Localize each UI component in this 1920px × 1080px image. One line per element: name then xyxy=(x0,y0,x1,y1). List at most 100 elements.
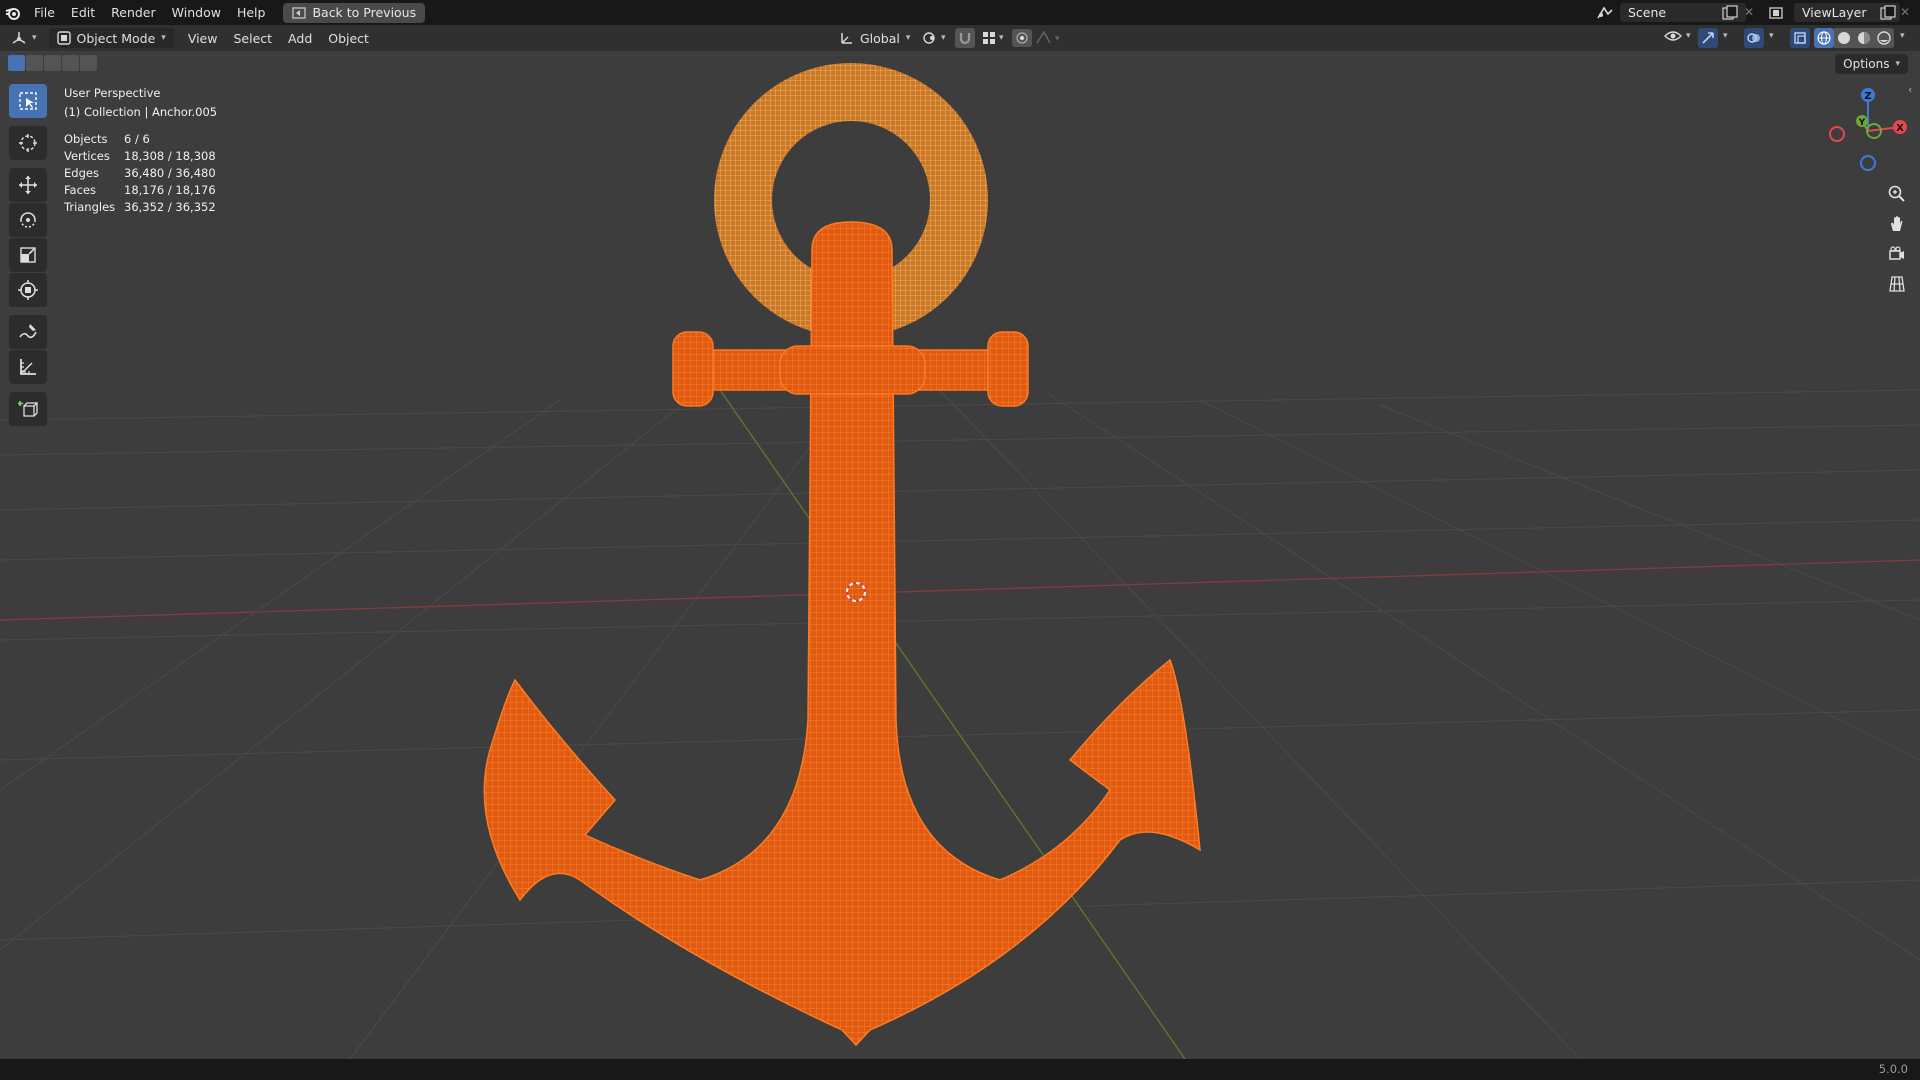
transform-tool[interactable] xyxy=(9,273,47,307)
select-intersect-mode-icon[interactable] xyxy=(80,55,97,71)
xray-toggle[interactable] xyxy=(1790,28,1810,48)
viewport-header: ▾ Object Mode ▾ View Select Add Object G… xyxy=(0,25,1920,51)
chevron-down-icon: ▾ xyxy=(1895,59,1900,69)
visibility-dropdown[interactable]: ▾ xyxy=(1664,29,1691,43)
object-mode-dropdown[interactable]: Object Mode ▾ xyxy=(48,28,174,48)
new-viewlayer-icon[interactable] xyxy=(1880,5,1896,23)
gizmo-x-label: X xyxy=(1896,123,1904,134)
menu-file[interactable]: File xyxy=(26,0,63,25)
delete-scene-icon[interactable]: ✕ xyxy=(1744,5,1754,19)
back-icon xyxy=(292,6,307,19)
sidebar-toggle-chevron-icon[interactable]: ‹ xyxy=(1908,83,1912,96)
shading-material-button[interactable] xyxy=(1854,28,1874,48)
gizmo-y-label: Y xyxy=(1858,118,1866,128)
menu-render[interactable]: Render xyxy=(103,0,164,25)
blender-logo-icon[interactable] xyxy=(0,0,26,25)
xray-icon xyxy=(1794,32,1806,44)
move-icon xyxy=(19,176,37,194)
shading-wireframe-button[interactable] xyxy=(1814,28,1834,48)
shading-solid-button[interactable] xyxy=(1834,28,1854,48)
stat-value: 18,176 / 18,176 xyxy=(124,183,216,197)
new-scene-icon[interactable] xyxy=(1722,5,1738,23)
falloff-dropdown[interactable]: ▾ xyxy=(1036,30,1064,47)
gizmo-chevron-down-icon[interactable]: ▾ xyxy=(1723,31,1728,41)
shading-chevron-down-icon[interactable]: ▾ xyxy=(1900,31,1905,41)
select-subtract-mode-icon[interactable] xyxy=(44,55,61,71)
stat-value: 36,352 / 36,352 xyxy=(124,200,216,214)
gizmo-toggle[interactable] xyxy=(1698,28,1718,48)
menu-add[interactable]: Add xyxy=(280,28,320,48)
zoom-icon[interactable] xyxy=(1884,181,1910,207)
transform-icon xyxy=(18,280,38,300)
menu-object[interactable]: Object xyxy=(320,28,377,48)
rotate-tool[interactable] xyxy=(9,203,47,237)
stat-label: Objects xyxy=(64,132,108,146)
chevron-down-icon: ▾ xyxy=(905,33,911,43)
stat-label: Faces xyxy=(64,183,96,197)
stat-label: Vertices xyxy=(64,149,110,163)
snap-grid-icon xyxy=(983,32,995,44)
shading-rendered-button[interactable] xyxy=(1874,28,1894,48)
rendered-sphere-icon xyxy=(1877,31,1891,45)
proportional-edit-toggle[interactable] xyxy=(1012,29,1032,47)
svg-text:▾: ▾ xyxy=(1055,34,1060,44)
menu-help[interactable]: Help xyxy=(229,0,274,25)
select-box-tool[interactable] xyxy=(9,84,47,118)
chevron-down-icon: ▾ xyxy=(32,33,37,43)
snap-toggle[interactable] xyxy=(955,28,975,48)
stat-row: Edges 36,480 / 36,480 xyxy=(64,165,217,182)
pivot-point-dropdown[interactable]: ▾ xyxy=(914,28,954,48)
viewport-scene xyxy=(0,63,1920,1059)
eye-icon xyxy=(1664,31,1682,41)
delete-viewlayer-icon[interactable]: ✕ xyxy=(1900,5,1910,19)
overlays-toggle[interactable] xyxy=(1744,28,1764,48)
rotate-icon xyxy=(20,212,36,228)
viewlayer-browse-icon[interactable] xyxy=(1768,4,1796,21)
annotate-tool[interactable] xyxy=(9,315,47,349)
solid-sphere-icon xyxy=(1838,32,1850,44)
top-bar: File Edit Render Window Help Back to Pre… xyxy=(0,0,1920,25)
editor-type-button[interactable]: ▾ xyxy=(0,28,43,48)
proportional-icon xyxy=(1016,32,1028,44)
transform-orientation-dropdown[interactable]: Global ▾ xyxy=(832,28,918,48)
tool-shelf xyxy=(8,84,48,427)
3d-view-icon xyxy=(12,32,26,44)
viewport-stats-overlay: User Perspective (1) Collection | Anchor… xyxy=(64,85,217,216)
measure-tool[interactable] xyxy=(9,350,47,384)
ortho-grid-icon[interactable] xyxy=(1884,271,1910,297)
stat-value: 36,480 / 36,480 xyxy=(124,166,216,180)
gizmo-z-label: Z xyxy=(1864,91,1871,102)
select-new-mode-icon[interactable] xyxy=(8,55,25,71)
overlays-chevron-down-icon[interactable]: ▾ xyxy=(1769,31,1774,41)
measure-icon xyxy=(20,359,36,375)
cursor-icon xyxy=(19,134,37,152)
viewlayer-label: ViewLayer xyxy=(1802,5,1867,20)
status-bar: 5.0.0 xyxy=(0,1059,1920,1080)
camera-view-icon[interactable] xyxy=(1884,241,1910,267)
menu-view[interactable]: View xyxy=(180,28,226,48)
orientation-label: Global xyxy=(860,30,900,46)
object-mode-label: Object Mode xyxy=(76,30,156,46)
falloff-curve-icon: ▾ xyxy=(1036,30,1060,44)
menu-edit[interactable]: Edit xyxy=(63,0,103,25)
select-invert-mode-icon[interactable] xyxy=(62,55,79,71)
scale-tool[interactable] xyxy=(9,238,47,272)
3d-viewport[interactable]: Options ▾ Z X Y ‹ xyxy=(0,51,1920,1059)
add-cube-tool[interactable] xyxy=(9,392,47,426)
options-dropdown[interactable]: Options ▾ xyxy=(1835,54,1908,74)
stat-row: Faces 18,176 / 18,176 xyxy=(64,182,217,199)
back-to-previous-button[interactable]: Back to Previous xyxy=(283,2,426,23)
navigation-gizmo[interactable]: Z X Y xyxy=(1822,85,1912,175)
pan-hand-icon[interactable] xyxy=(1884,211,1910,237)
menu-window[interactable]: Window xyxy=(164,0,229,25)
gizmo-icon xyxy=(1702,32,1714,44)
scene-browse-icon[interactable] xyxy=(1590,3,1620,22)
move-tool[interactable] xyxy=(9,168,47,202)
select-extend-mode-icon[interactable] xyxy=(26,55,43,71)
menu-select[interactable]: Select xyxy=(225,28,280,48)
stat-row: Triangles 36,352 / 36,352 xyxy=(64,199,217,216)
pivot-icon xyxy=(923,32,935,44)
view-name: User Perspective xyxy=(64,86,161,100)
snap-target-dropdown[interactable]: ▾ xyxy=(974,28,1012,48)
cursor-tool[interactable] xyxy=(9,126,47,160)
